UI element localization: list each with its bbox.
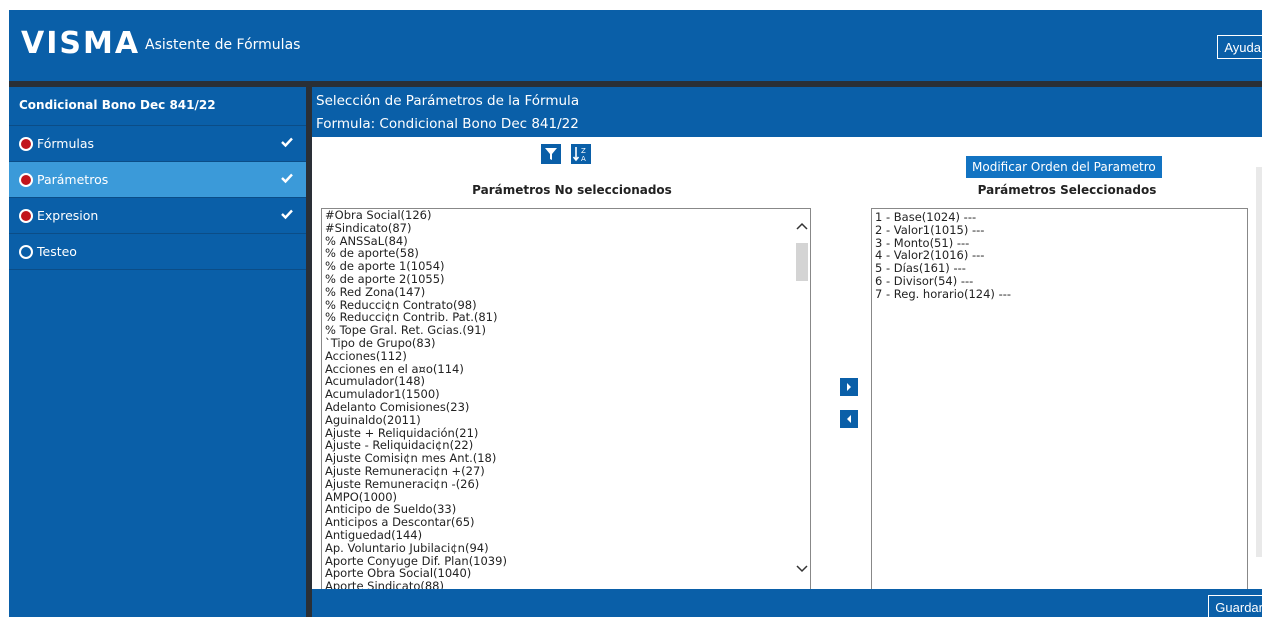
sidebar-item-label: Fórmulas	[37, 136, 95, 151]
step-radio-icon	[19, 244, 33, 259]
filter-icon	[545, 148, 557, 160]
svg-text:Z: Z	[581, 147, 586, 155]
sidebar: Condicional Bono Dec 841/22 Fórmulas Par…	[9, 87, 306, 617]
unselected-title: Parámetros No seleccionados	[472, 183, 672, 197]
scroll-up-icon[interactable]	[796, 221, 808, 231]
list-item[interactable]: 1 - Base(1024) ---	[872, 211, 1247, 224]
save-button[interactable]: Guardar	[1208, 595, 1262, 620]
check-icon	[281, 209, 293, 220]
step-radio-icon	[19, 208, 33, 223]
check-icon	[281, 173, 293, 184]
main-panel: Selección de Parámetros de la Fórmula Fo…	[312, 87, 1262, 620]
sidebar-item-expresion[interactable]: Expresion	[9, 198, 306, 234]
unselected-rows: #Obra Social(126) #Sindicato(87)% ANSSaL(…	[322, 209, 810, 591]
remove-param-button[interactable]	[840, 410, 858, 428]
section-title: Selección de Parámetros de la Fórmula	[316, 93, 580, 109]
list-item[interactable]: Ap. Voluntario Jubilaci¢n(94)	[322, 541, 810, 555]
list-item[interactable]: Adelanto Comisiones(23)	[322, 401, 810, 414]
list-item[interactable]: Ajuste Remuneraci¢n +(27)	[322, 465, 810, 478]
arrow-left-icon	[847, 415, 851, 423]
list-item[interactable]: 6 - Divisor(54) ---	[872, 275, 1247, 288]
selected-params-list[interactable]: 1 - Base(1024) --- 2 - Valor1(1015) --- 3 …	[871, 208, 1248, 592]
step-radio-icon	[19, 172, 33, 187]
list-item[interactable]: 7 - Reg. horario(124) ---	[872, 287, 1247, 301]
arrow-right-icon	[847, 383, 851, 391]
selected-rows: 1 - Base(1024) --- 2 - Valor1(1015) --- 3 …	[872, 209, 1247, 301]
svg-text:A: A	[581, 155, 586, 163]
main-footer: Guardar	[312, 589, 1262, 620]
top-header: VISMA Asistente de Fórmulas Ayuda	[9, 10, 1262, 81]
help-button[interactable]: Ayuda	[1217, 35, 1262, 59]
parameter-content: Z A Modificar Orden del Parametro Paráme…	[312, 137, 1262, 592]
section-header: Selección de Parámetros de la Fórmula Fo…	[312, 87, 1262, 137]
unselected-params-list[interactable]: #Obra Social(126) #Sindicato(87)% ANSSaL(…	[321, 208, 811, 592]
list-item[interactable]: Anticipos a Descontar(65)	[322, 516, 810, 529]
step-radio-icon	[19, 136, 33, 151]
scroll-down-icon[interactable]	[796, 564, 808, 574]
modify-order-button[interactable]: Modificar Orden del Parametro	[966, 156, 1162, 178]
formula-label: Formula: Condicional Bono Dec 841/22	[316, 116, 579, 132]
sidebar-title: Condicional Bono Dec 841/22	[9, 87, 306, 126]
list-item[interactable]: 2 - Valor1(1015) ---	[872, 223, 1247, 237]
list-item[interactable]: Ajuste Remuneraci¢n -(26)	[322, 477, 810, 491]
list-item[interactable]: #Obra Social(126)	[322, 209, 810, 222]
list-item[interactable]: Acciones(112)	[322, 349, 810, 363]
filter-button[interactable]	[541, 144, 561, 164]
list-item[interactable]: Antiguedad(144)	[322, 529, 810, 542]
sidebar-item-testeo[interactable]: Testeo	[9, 234, 306, 270]
sort-button[interactable]: Z A	[571, 144, 591, 164]
list-item[interactable]: % Red Zona(147)	[322, 285, 810, 299]
list-item[interactable]: `Tipo de Grupo(83)	[322, 337, 810, 350]
check-icon	[281, 137, 293, 148]
sidebar-item-label: Testeo	[37, 244, 77, 259]
visma-logo: VISMA	[21, 26, 141, 61]
list-item[interactable]: #Sindicato(87)	[322, 221, 810, 235]
sidebar-item-label: Parámetros	[37, 172, 109, 187]
scrollbar-thumb[interactable]	[796, 243, 808, 281]
list-item[interactable]: Aguinaldo(2011)	[322, 413, 810, 427]
list-scrollbar[interactable]	[794, 209, 810, 591]
add-param-button[interactable]	[840, 378, 858, 396]
sidebar-item-parametros[interactable]: Parámetros	[9, 162, 306, 198]
app-frame: VISMA Asistente de Fórmulas Ayuda Condic…	[9, 10, 1262, 620]
sidebar-item-formulas[interactable]: Fórmulas	[9, 126, 306, 162]
panel-scrollbar[interactable]	[1256, 167, 1262, 557]
app-title: Asistente de Fórmulas	[145, 37, 301, 53]
sidebar-item-label: Expresion	[37, 208, 99, 223]
selected-title: Parámetros Seleccionados	[977, 183, 1157, 197]
sort-za-icon: Z A	[572, 147, 586, 163]
list-item[interactable]: % de aporte 2(1055)	[322, 273, 810, 286]
